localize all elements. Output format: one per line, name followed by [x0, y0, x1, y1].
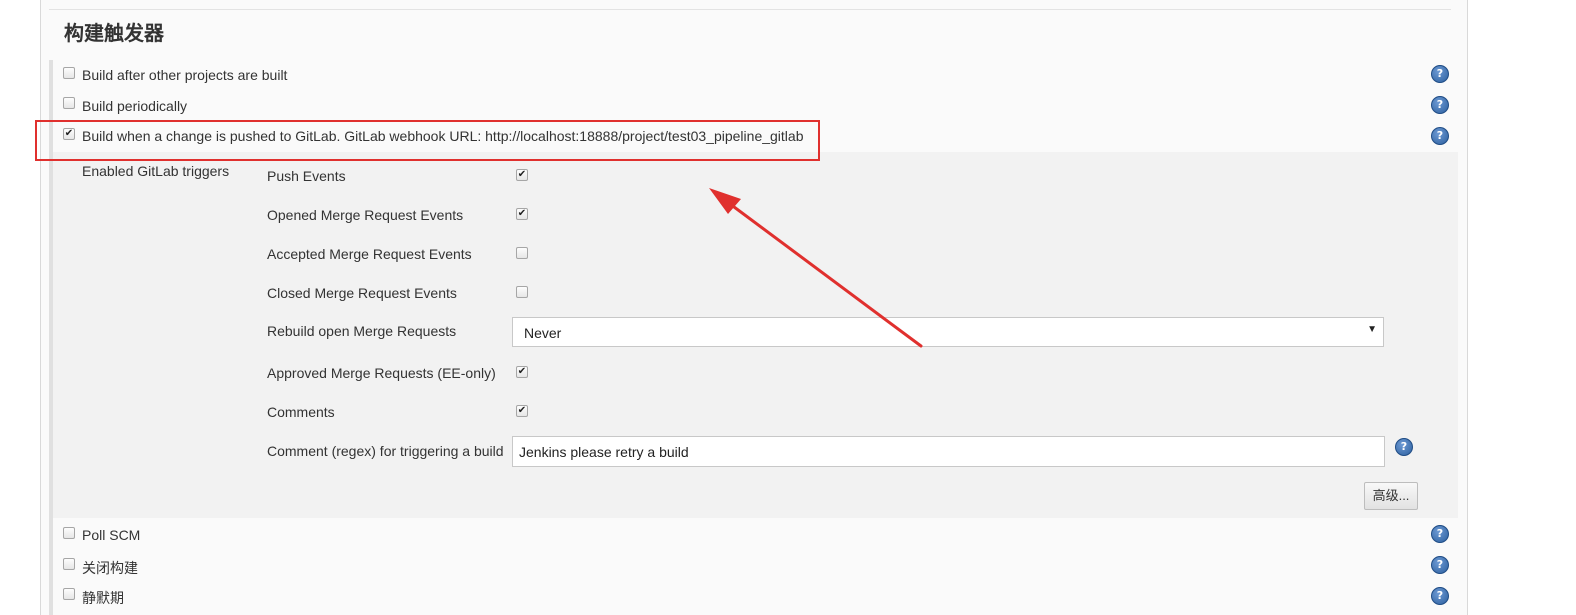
- annotation-arrow: [709, 188, 923, 348]
